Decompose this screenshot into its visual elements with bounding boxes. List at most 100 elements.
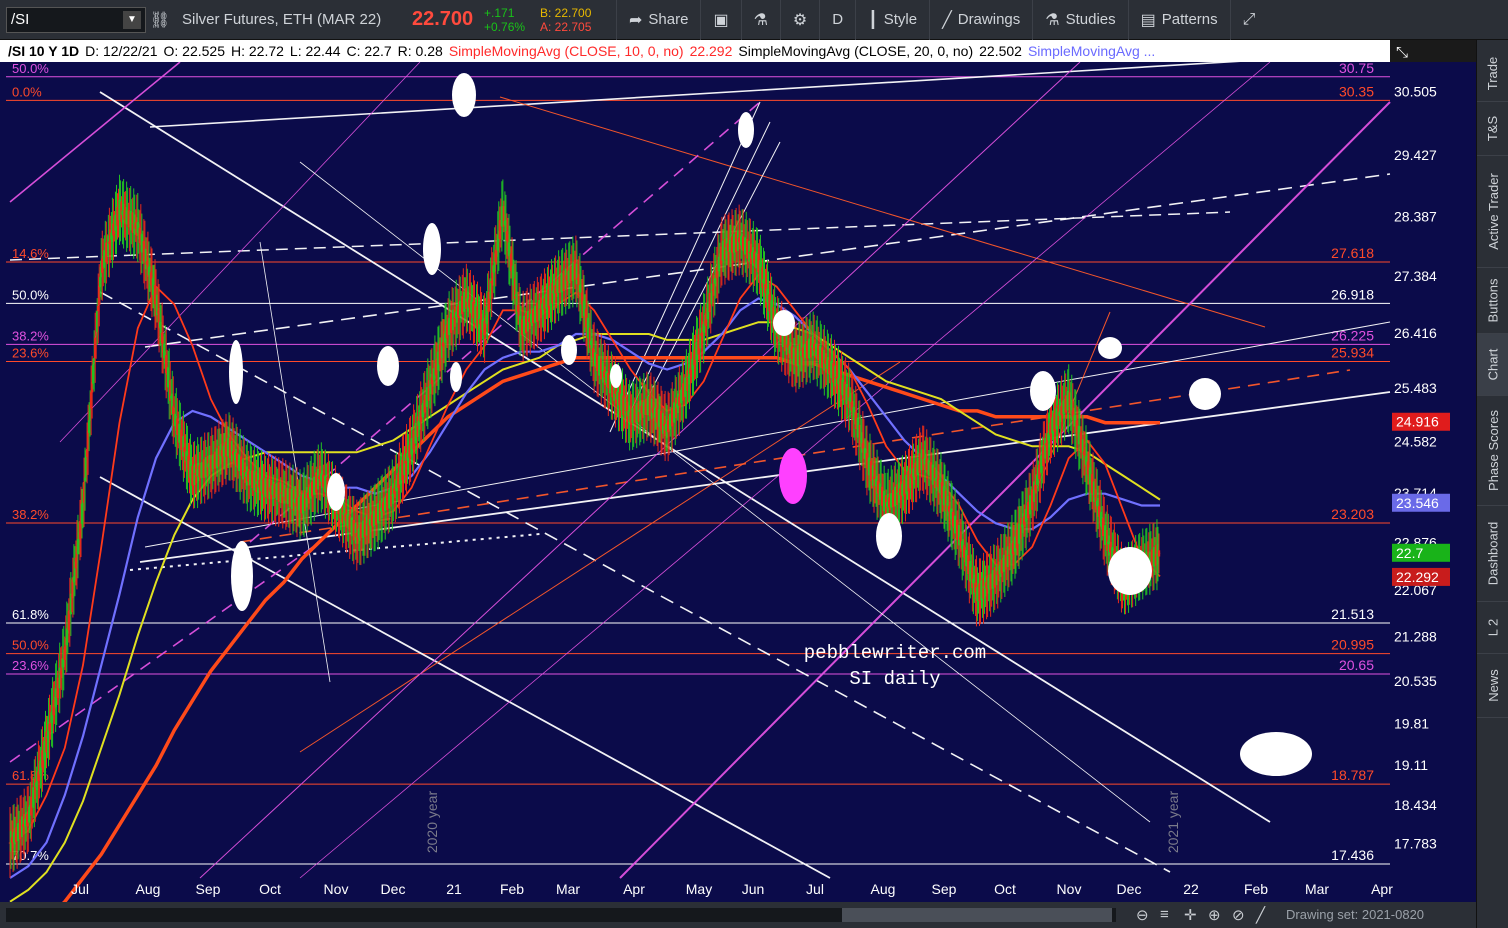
info-symbol: /SI 10 Y 1D xyxy=(8,43,80,59)
price-chart[interactable]: 50.0% 30.750.0% 30.3514.6% 27.61850.0% 26.91… xyxy=(0,62,1476,902)
y-tick-label: 27.384 xyxy=(1394,268,1437,284)
annotation-oval xyxy=(229,340,243,404)
crosshair-icon[interactable]: ✛ xyxy=(1184,906,1197,924)
sidebar-tab-l-2[interactable]: L 2 xyxy=(1477,602,1508,654)
x-tick-label: Jun xyxy=(742,881,765,897)
scrollbar-thumb[interactable] xyxy=(842,908,1112,922)
sidebar-tab-buttons[interactable]: Buttons xyxy=(1477,268,1508,334)
watermark-line-1: pebblewriter.com xyxy=(804,642,986,664)
instrument-description: Silver Futures, ETH (MAR 22) xyxy=(182,11,382,28)
x-tick-label: Dec xyxy=(381,881,406,897)
share-button[interactable]: ➦ Share xyxy=(616,0,700,40)
candles-icon: ┃ xyxy=(868,11,878,29)
fib-pct-label: 23.6% xyxy=(12,658,49,673)
snapshot-button[interactable]: ▣ xyxy=(700,0,740,40)
x-tick-label: Feb xyxy=(500,881,524,897)
fib-pct-label: 61.8% xyxy=(12,607,49,622)
symbol-selector[interactable]: /SI ▼ xyxy=(6,6,146,33)
annotation-oval xyxy=(738,112,754,148)
patterns-button[interactable]: ▤ Patterns xyxy=(1127,0,1230,40)
zoom-in-icon[interactable]: ⊕ xyxy=(1208,906,1221,924)
sidebar-tab-active-trader[interactable]: Active Trader xyxy=(1477,156,1508,268)
info-date: D: 12/22/21 xyxy=(85,43,158,59)
expand-icon: ⤢ xyxy=(1242,10,1256,28)
price-badge-label: 24.916 xyxy=(1396,414,1439,430)
fib-pct-label: 0.0% xyxy=(12,84,42,99)
year-marker: 2021 year xyxy=(1165,791,1181,854)
fib-price-label: 20.995 xyxy=(1331,637,1374,653)
y-tick-label: 19.81 xyxy=(1394,716,1429,732)
y-tick-label: 30.505 xyxy=(1394,83,1437,99)
style-button[interactable]: ┃ Style xyxy=(855,0,929,40)
gear-icon: ⚙ xyxy=(792,11,808,29)
sma20-value: 22.502 xyxy=(979,43,1022,59)
fib-pct-label: 38.2% xyxy=(12,328,49,343)
price-axis xyxy=(1390,62,1476,902)
studies-label: Studies xyxy=(1065,11,1116,28)
sidebar-tab-label: T&S xyxy=(1485,115,1501,142)
y-tick-label: 24.582 xyxy=(1394,433,1437,449)
zoom-icon[interactable]: ⊘ xyxy=(1232,906,1245,924)
sidebar-tab-news[interactable]: News xyxy=(1477,654,1508,718)
y-tick-label: 20.535 xyxy=(1394,673,1437,689)
annotation-oval xyxy=(561,335,577,365)
symbol-text: /SI xyxy=(11,11,30,28)
sidebar-tab-trade[interactable]: Trade xyxy=(1477,46,1508,102)
x-tick-label: Apr xyxy=(623,881,645,897)
bid-ask: B: 22.700 A: 22.705 xyxy=(540,6,616,34)
flask-icon: ⚗ xyxy=(753,11,768,29)
sma-more-label[interactable]: SimpleMovingAvg ... xyxy=(1028,43,1155,59)
sidebar-tab-dashboard[interactable]: Dashboard xyxy=(1477,506,1508,602)
sidebar-tab-label: News xyxy=(1485,669,1501,702)
drawings-button[interactable]: ╱ Drawings xyxy=(929,0,1032,40)
sidebar-tab-label: Trade xyxy=(1485,56,1501,91)
info-range: R: 0.28 xyxy=(397,43,443,59)
year-marker: 2020 year xyxy=(424,791,440,854)
time-scrollbar[interactable] xyxy=(6,908,1116,922)
x-tick-label: 22 xyxy=(1183,881,1199,897)
link-icon[interactable]: ⛓ xyxy=(146,6,174,34)
expand-button[interactable]: ⤢ xyxy=(1229,0,1268,40)
sma10-value: 22.292 xyxy=(689,43,733,59)
price-badge-label: 22.7 xyxy=(1396,545,1423,561)
fib-price-label: 26.918 xyxy=(1331,286,1374,302)
info-low: L: 22.44 xyxy=(289,43,341,59)
flask-button[interactable]: ⚗ xyxy=(740,0,780,40)
fib-price-label: 20.65 xyxy=(1339,657,1374,673)
y-tick-label: 29.427 xyxy=(1394,147,1437,163)
style-label: Style xyxy=(883,11,918,28)
sidebar-tab-t-s[interactable]: T&S xyxy=(1477,102,1508,156)
x-tick-label: Aug xyxy=(136,881,161,897)
annotation-oval xyxy=(231,541,253,611)
toolbar: /SI ▼ ⛓ Silver Futures, ETH (MAR 22) 22.… xyxy=(0,0,1508,40)
share-label: Share xyxy=(648,11,689,28)
x-tick-label: Aug xyxy=(871,881,896,897)
sidebar-tab-label: Chart xyxy=(1485,348,1501,381)
patterns-label: Patterns xyxy=(1161,11,1218,28)
period-button[interactable]: D xyxy=(819,0,855,40)
fib-price-label: 30.75 xyxy=(1339,62,1374,76)
change-value: +.171 xyxy=(484,5,515,20)
x-tick-label: Mar xyxy=(556,881,580,897)
collapse-icon[interactable]: ⤡ xyxy=(1396,44,1418,62)
y-tick-label: 21.288 xyxy=(1394,628,1437,644)
settings-button[interactable]: ⚙ xyxy=(779,0,819,40)
chart-info-bar: /SI 10 Y 1D D: 12/22/21 O: 22.525 H: 22.… xyxy=(0,40,1390,62)
y-tick-label: 17.783 xyxy=(1394,836,1437,852)
sma20-label[interactable]: SimpleMovingAvg (CLOSE, 20, 0, no) xyxy=(738,43,973,59)
info-close: C: 22.7 xyxy=(346,43,392,59)
studies-button[interactable]: ⚗ Studies xyxy=(1032,0,1127,40)
menu-icon[interactable]: ≡ xyxy=(1160,906,1169,923)
drawing-set-label[interactable]: Drawing set: 2021-0820 xyxy=(1286,907,1424,922)
draw-icon[interactable]: ╱ xyxy=(1256,906,1265,924)
sidebar-tab-phase-scores[interactable]: Phase Scores xyxy=(1477,396,1508,506)
y-tick-label: 26.416 xyxy=(1394,325,1437,341)
sidebar-tab-chart[interactable]: Chart xyxy=(1477,334,1508,396)
annotation-oval xyxy=(1030,371,1056,411)
annotation-oval xyxy=(1108,547,1152,595)
chevron-down-icon[interactable]: ▼ xyxy=(123,10,141,29)
fib-price-label: 23.203 xyxy=(1331,506,1374,522)
sma10-label[interactable]: SimpleMovingAvg (CLOSE, 10, 0, no) xyxy=(449,43,684,59)
change-percent: +0.76% xyxy=(484,19,526,34)
zoom-out-icon[interactable]: ⊖ xyxy=(1136,906,1149,924)
